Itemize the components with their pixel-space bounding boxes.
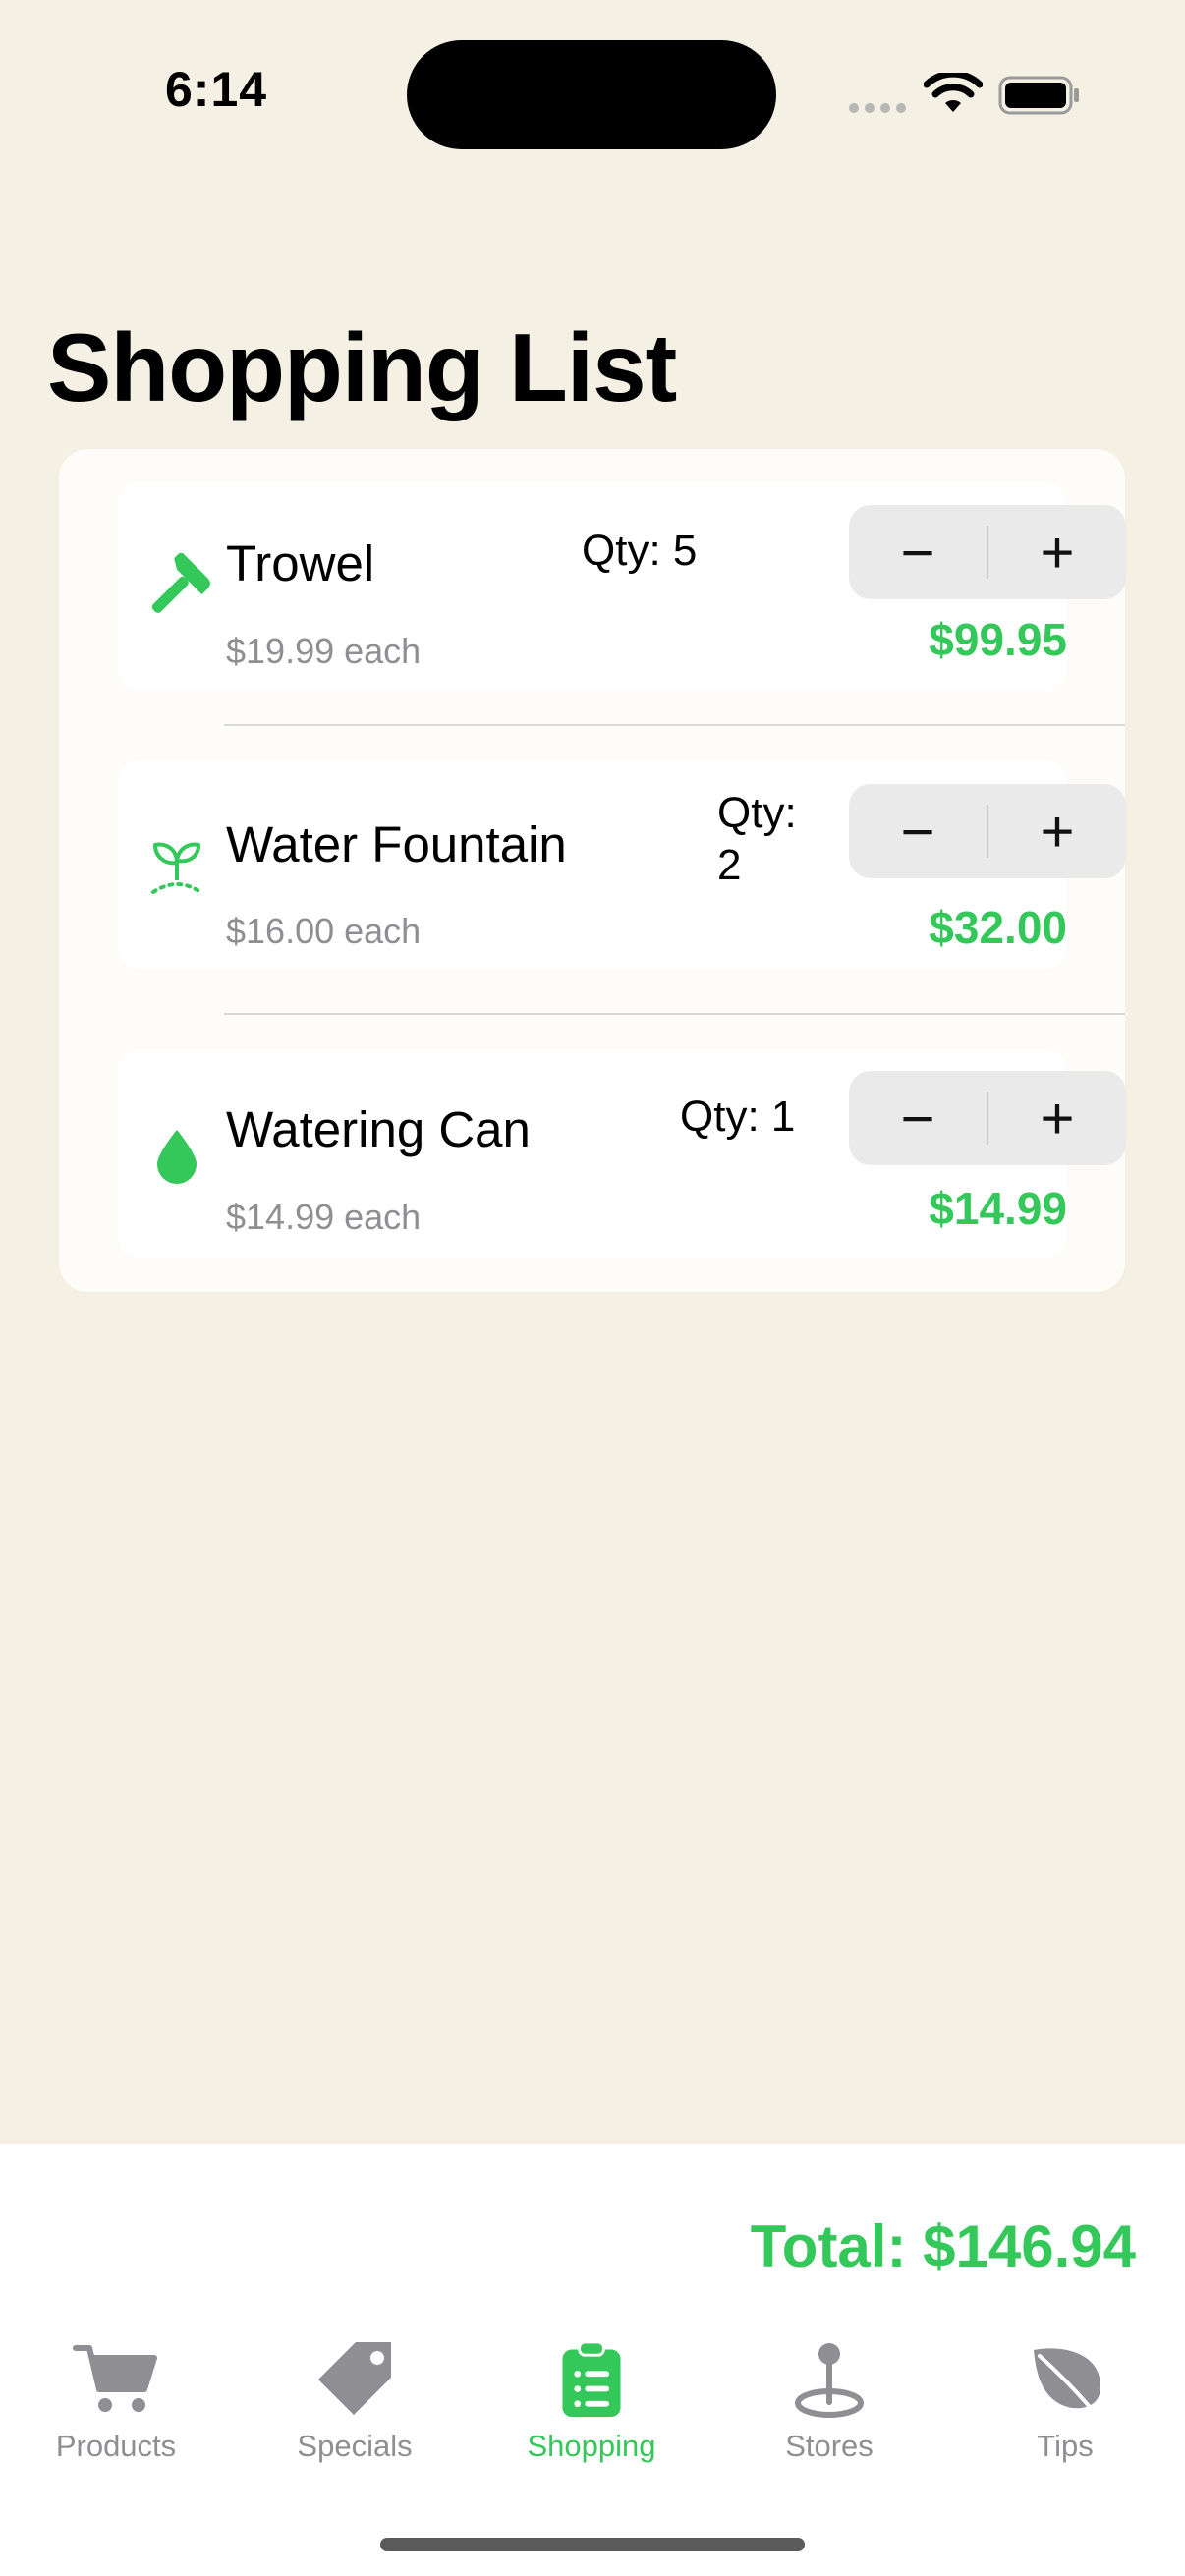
item-quantity: Qty: 5 (582, 527, 698, 575)
home-indicator (380, 2538, 805, 2551)
sprout-icon (118, 837, 236, 898)
increment-button[interactable]: + (988, 1071, 1126, 1165)
tab-label: Shopping (527, 2429, 656, 2463)
increment-button[interactable]: + (988, 784, 1126, 878)
row-separator (224, 1013, 1125, 1015)
item-quantity-label: Qty: (717, 789, 797, 837)
list-item-watering-can: Watering Can $14.99 each Qty: 1 − + $14.… (118, 1049, 1126, 1258)
quantity-stepper: − + (849, 505, 1126, 599)
decrement-button[interactable]: − (849, 1071, 987, 1165)
tab-tips[interactable]: Tips (967, 2340, 1163, 2464)
clipboard-list-icon (562, 2340, 621, 2418)
hammer-icon (118, 553, 236, 622)
item-unit-price: $14.99 each (226, 1197, 422, 1237)
item-quantity: Qty: 2 (717, 787, 797, 891)
decrement-button[interactable]: − (849, 784, 987, 878)
quantity-stepper: − + (849, 784, 1126, 878)
cellular-signal-icon (849, 103, 906, 113)
tab-specials[interactable]: Specials (256, 2340, 453, 2464)
status-time: 6:14 (165, 62, 268, 117)
dynamic-island (407, 40, 776, 149)
page-title: Shopping List (47, 313, 677, 421)
wifi-icon (924, 73, 983, 112)
tab-label: Products (55, 2429, 177, 2463)
decrement-button[interactable]: − (849, 505, 987, 599)
quantity-stepper: − + (849, 1071, 1126, 1165)
drop-icon (118, 1128, 236, 1185)
item-quantity-value: 2 (717, 841, 742, 889)
cart-icon (73, 2345, 157, 2412)
item-name: Watering Can (226, 1101, 531, 1157)
item-unit-price: $19.99 each (226, 631, 422, 671)
list-item-trowel: Trowel $19.99 each Qty: 5 − + $99.95 (118, 482, 1126, 691)
tab-stores[interactable]: Stores (731, 2340, 928, 2464)
item-name: Water Fountain (226, 816, 567, 872)
tab-label: Stores (785, 2429, 874, 2463)
tab-shopping[interactable]: Shopping (493, 2340, 690, 2464)
battery-icon (998, 76, 1079, 115)
list-item-water-fountain: Water Fountain $16.00 each Qty: 2 − + $3… (118, 760, 1126, 969)
bottom-panel: Total: $146.94 Products Specials Shoppin… (0, 2144, 1185, 2576)
tab-bar: Products Specials Shopping Stores Tips (0, 2340, 1185, 2478)
item-line-total: $99.95 (929, 614, 1067, 665)
tag-icon (318, 2342, 391, 2415)
increment-button[interactable]: + (988, 505, 1126, 599)
map-pin-icon (795, 2343, 864, 2418)
item-quantity: Qty: 1 (680, 1092, 796, 1141)
shopping-list: Trowel $19.99 each Qty: 5 − + $99.95 Wat… (59, 449, 1126, 1292)
tab-label: Specials (297, 2429, 413, 2463)
leaf-icon (1034, 2348, 1101, 2415)
item-unit-price: $16.00 each (226, 911, 422, 951)
tab-label: Tips (1037, 2429, 1094, 2463)
item-line-total: $32.00 (929, 902, 1067, 953)
item-line-total: $14.99 (929, 1183, 1067, 1234)
tab-products[interactable]: Products (18, 2340, 214, 2464)
item-name: Trowel (226, 535, 375, 591)
order-total: Total: $146.94 (750, 2213, 1136, 2279)
row-separator (224, 724, 1125, 726)
